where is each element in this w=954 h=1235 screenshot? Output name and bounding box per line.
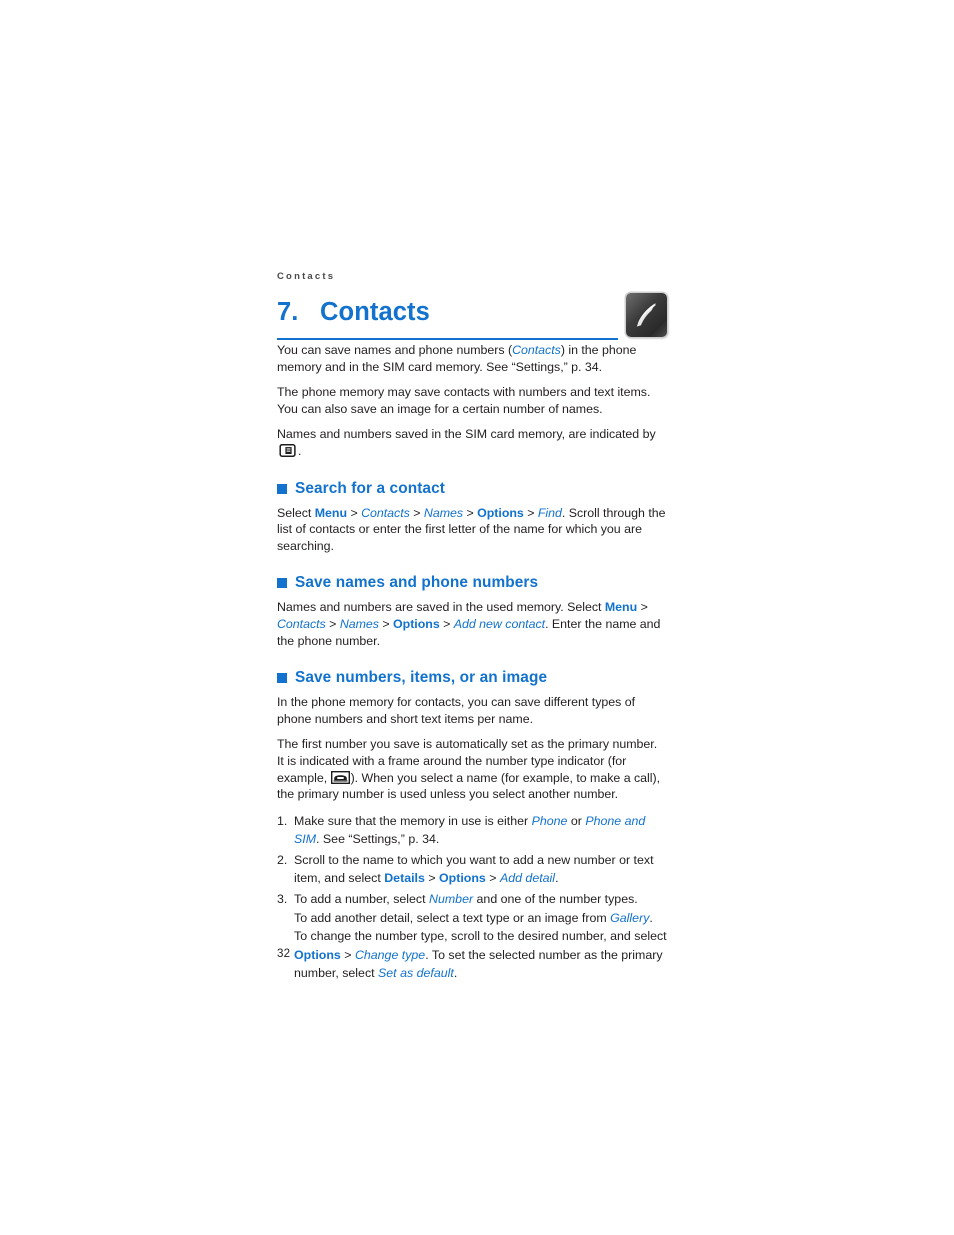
run: > xyxy=(409,505,424,520)
step-number: 3. xyxy=(277,892,288,907)
run: > xyxy=(439,616,454,631)
ui-path-number: Number xyxy=(429,892,474,907)
phone-number-type-glyph xyxy=(330,770,350,784)
run: > xyxy=(523,505,538,520)
run: > xyxy=(340,947,355,962)
section-heading-save-numbers-items-or-an-image: Save numbers, items, or an image xyxy=(277,668,667,688)
section-search-paragraph: Select Menu > Contacts > Names > Options… xyxy=(277,505,667,555)
ui-path-names: Names xyxy=(423,505,464,520)
ui-path-contacts: Contacts xyxy=(277,616,326,631)
ui-path-find: Find xyxy=(537,505,562,520)
section-save-names-paragraph: Names and numbers are saved in the used … xyxy=(277,599,667,649)
running-header: Contacts xyxy=(277,271,336,282)
intro-paragraph-2: The phone memory may save contacts with … xyxy=(277,384,667,417)
run: Select xyxy=(277,505,315,520)
phone-handset-icon xyxy=(626,293,667,337)
section-heading-text: Search for a contact xyxy=(295,479,445,497)
sim-card-icon xyxy=(279,444,296,457)
ui-path-options: Options xyxy=(294,947,341,962)
run: > xyxy=(485,871,500,886)
run: . xyxy=(453,966,458,981)
step-subparagraph: To change the number type, scroll to the… xyxy=(294,927,667,983)
phone-number-type-icon xyxy=(330,770,350,784)
ui-path-details: Details xyxy=(384,871,425,886)
run: Make sure that the memory in use is eith… xyxy=(294,813,532,828)
save-numbers-paragraph-2: The first number you save is automatical… xyxy=(277,736,667,802)
section-bullet-icon xyxy=(277,673,287,684)
section-bullet-icon xyxy=(277,483,287,494)
section-heading-search-for-a-contact: Search for a contact xyxy=(277,479,667,499)
chapter-title-row: 7. Contacts xyxy=(277,293,667,342)
ui-path-contacts: Contacts xyxy=(361,505,410,520)
run: > xyxy=(637,600,648,615)
intro-p3-after: . xyxy=(298,443,302,458)
save-numbers-paragraph-1: In the phone memory for contacts, you ca… xyxy=(277,695,635,726)
chapter-number: 7. xyxy=(277,298,299,326)
intro-paragraph-1: You can save names and phone numbers (Co… xyxy=(277,342,667,375)
step-number: 1. xyxy=(277,813,288,828)
ui-path-names: Names xyxy=(339,616,379,631)
run: Names and numbers are saved in the used … xyxy=(277,600,605,615)
page-content: Contacts 7. Contacts You can save names … xyxy=(277,271,667,985)
run: . xyxy=(649,910,653,925)
ui-path-change-type: Change type xyxy=(354,947,426,962)
list-item: 3. To add a number, select Number and one… xyxy=(277,890,667,983)
run: > xyxy=(325,616,340,631)
document-page: Contacts 7. Contacts You can save names … xyxy=(0,0,954,1235)
ui-path-options: Options xyxy=(439,871,486,886)
ui-value-phone: Phone xyxy=(531,813,568,828)
ui-path-gallery: Gallery xyxy=(610,910,650,925)
run: . See “Settings,” p. 34. xyxy=(316,832,440,847)
run: > xyxy=(424,871,439,886)
ui-path-menu: Menu xyxy=(314,505,348,520)
intro-p1-run-1: Contacts xyxy=(512,343,561,357)
section-bullet-icon xyxy=(277,578,287,589)
ui-path-add-detail: Add detail xyxy=(499,871,556,886)
step-number: 2. xyxy=(277,852,288,867)
run: > xyxy=(378,616,394,631)
run: > xyxy=(463,505,478,520)
ui-path-add-new-contact: Add new contact xyxy=(453,616,546,631)
chapter-title-text: Contacts xyxy=(320,298,430,326)
run: . xyxy=(555,871,559,886)
numbered-steps-list: 1. Make sure that the memory in use is ei… xyxy=(277,812,667,983)
ui-path-options: Options xyxy=(393,616,440,631)
page-number: 32 xyxy=(277,947,291,960)
page-title: 7. Contacts xyxy=(277,296,430,328)
ui-path-set-as-default: Set as default xyxy=(378,966,454,981)
title-underline-rule xyxy=(277,338,618,340)
run: To add a number, select xyxy=(294,892,430,907)
section-heading-text: Save numbers, items, or an image xyxy=(295,669,548,687)
run: > xyxy=(347,505,362,520)
intro-p2-run-0: The phone memory may save contacts with … xyxy=(277,385,651,416)
list-item: 2. Scroll to the name to which you want t… xyxy=(277,851,667,888)
phone-handset-glyph xyxy=(636,303,656,327)
ui-path-options: Options xyxy=(477,505,524,520)
ui-path-menu: Menu xyxy=(604,600,638,615)
run: and one of the number types. xyxy=(473,892,638,907)
run: or xyxy=(567,813,586,828)
intro-p1-run-0: You can save names and phone numbers ( xyxy=(277,343,513,357)
section-heading-text: Save names and phone numbers xyxy=(295,574,539,592)
intro-paragraph-3: Names and numbers saved in the SIM card … xyxy=(277,426,667,459)
run: To add another detail, select a text typ… xyxy=(294,910,611,925)
run: To change the number type, scroll to the… xyxy=(294,929,667,944)
sim-card-glyph xyxy=(279,444,296,457)
list-item: 1. Make sure that the memory in use is ei… xyxy=(277,812,667,849)
section-heading-save-names-and-phone-numbers: Save names and phone numbers xyxy=(277,573,667,593)
intro-p3-before: Names and numbers saved in the SIM card … xyxy=(277,427,656,442)
step-subparagraph: To add another detail, select a text typ… xyxy=(294,909,667,928)
